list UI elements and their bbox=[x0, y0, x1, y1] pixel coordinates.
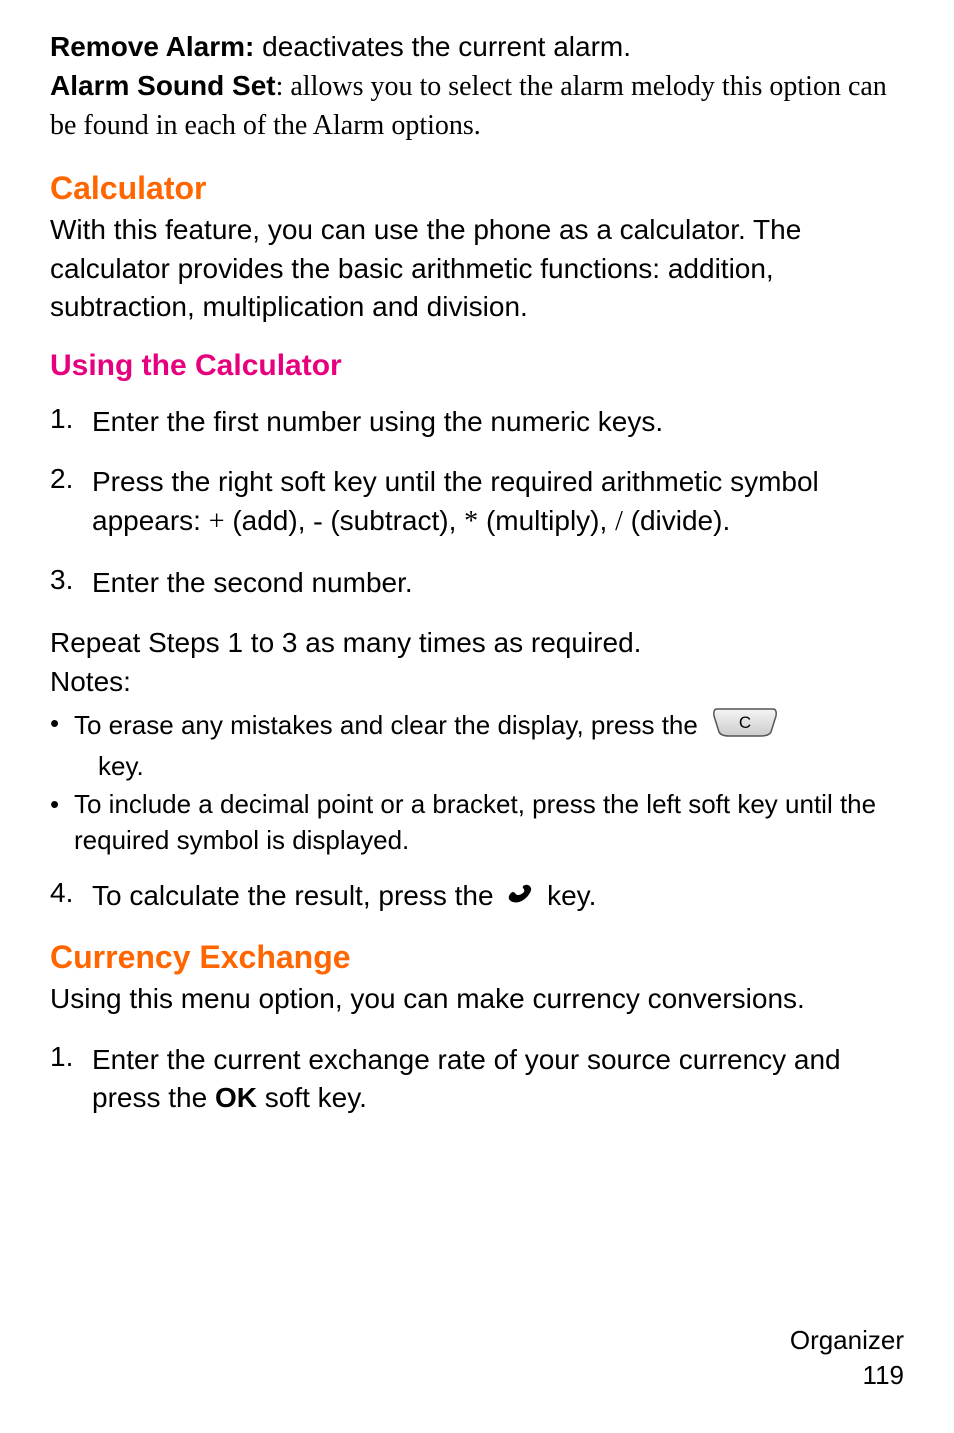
bullet-text-cont: key. bbox=[98, 749, 904, 785]
bullet-1-cont: key. bbox=[50, 749, 904, 785]
step-number: 3. bbox=[50, 564, 92, 603]
remove-alarm-paragraph: Remove Alarm: deactivates the current al… bbox=[50, 28, 904, 146]
step-text: Enter the first number using the numeric… bbox=[92, 403, 904, 442]
step-text: Enter the current exchange rate of your … bbox=[92, 1041, 904, 1118]
step-text: To calculate the result, press the key. bbox=[92, 877, 904, 917]
repeat-note: Repeat Steps 1 to 3 as many times as req… bbox=[50, 624, 904, 663]
call-key-icon bbox=[505, 878, 535, 917]
page-number: 119 bbox=[790, 1358, 904, 1393]
step-3: 3. Enter the second number. bbox=[50, 564, 904, 603]
step-1: 1. Enter the first number using the nume… bbox=[50, 403, 904, 442]
section-name: Organizer bbox=[790, 1323, 904, 1358]
calculator-description: With this feature, you can use the phone… bbox=[50, 211, 904, 327]
bullet-2: • To include a decimal point or a bracke… bbox=[50, 787, 904, 859]
calculator-heading: Calculator bbox=[50, 170, 904, 207]
step-2: 2. Press the right soft key until the re… bbox=[50, 463, 904, 541]
step-text: Enter the second number. bbox=[92, 564, 904, 603]
c-key-icon: C bbox=[711, 706, 779, 748]
bullet-marker: • bbox=[50, 787, 74, 823]
using-calculator-heading: Using the Calculator bbox=[50, 349, 904, 383]
alarm-sound-set-label: Alarm Sound Set bbox=[50, 70, 276, 101]
step-text: Press the right soft key until the requi… bbox=[92, 463, 904, 541]
currency-exchange-heading: Currency Exchange bbox=[50, 939, 904, 976]
step-number: 4. bbox=[50, 877, 92, 917]
svg-text:C: C bbox=[739, 713, 751, 732]
bullet-marker: • bbox=[50, 706, 74, 742]
bullet-text: To include a decimal point or a bracket,… bbox=[74, 787, 904, 859]
page-footer: Organizer 119 bbox=[790, 1323, 904, 1393]
step-number: 1. bbox=[50, 403, 92, 442]
step-number: 1. bbox=[50, 1041, 92, 1118]
currency-step-1: 1. Enter the current exchange rate of yo… bbox=[50, 1041, 904, 1118]
bullet-text: To erase any mistakes and clear the disp… bbox=[74, 706, 904, 748]
remove-alarm-desc: deactivates the current alarm. bbox=[262, 31, 631, 62]
bullet-1: • To erase any mistakes and clear the di… bbox=[50, 706, 904, 748]
currency-exchange-description: Using this menu option, you can make cur… bbox=[50, 980, 904, 1019]
remove-alarm-label: Remove Alarm: bbox=[50, 31, 262, 62]
step-4: 4. To calculate the result, press the ke… bbox=[50, 877, 904, 917]
notes-label: Notes: bbox=[50, 663, 904, 702]
step-number: 2. bbox=[50, 463, 92, 541]
